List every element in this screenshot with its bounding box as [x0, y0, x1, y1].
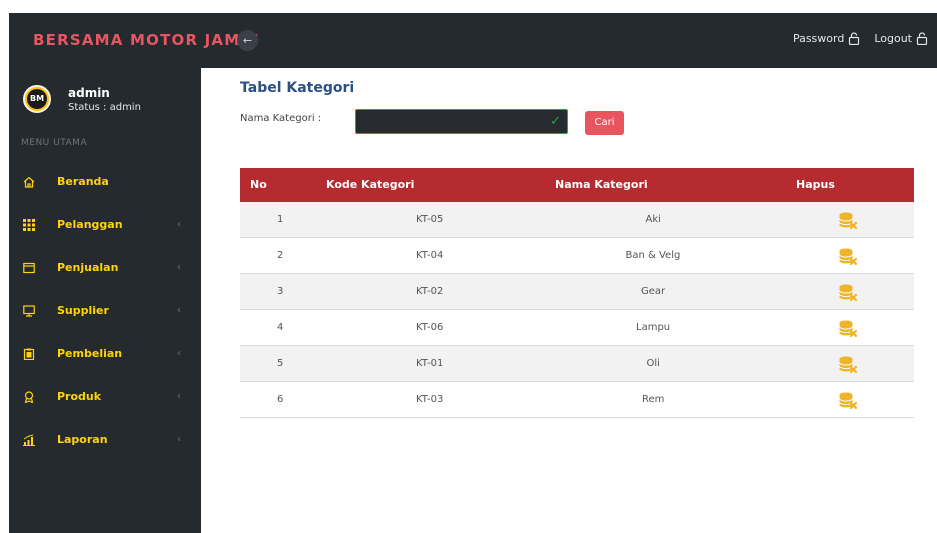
cell-nama-kategori: Lampu [636, 322, 671, 333]
sidebar-item-label: Produk [57, 390, 102, 403]
user-status: Status : admin [68, 101, 141, 113]
sidebar-item-laporan[interactable]: Laporan ‹ [9, 418, 201, 461]
user-info: admin Status : admin [68, 86, 141, 113]
column-header-nama-kategori: Nama Kategori [555, 178, 648, 191]
avatar-logo: BM [27, 89, 47, 109]
cell-kode-kategori: KT-06 [416, 322, 444, 333]
sidebar-item-supplier[interactable]: Supplier ‹ [9, 289, 201, 332]
user-panel: BM admin Status : admin [23, 85, 141, 113]
chevron-left-icon: ‹ [177, 391, 181, 402]
chevron-left-icon: ‹ [177, 434, 181, 445]
table-row: 4 KT-06 Lampu [240, 310, 914, 346]
category-table: No Kode Kategori Nama Kategori Hapus 1 KT… [240, 168, 914, 418]
cell-nama-kategori: Aki [645, 214, 661, 225]
column-header-no: No [250, 178, 267, 191]
column-header-kode-kategori: Kode Kategori [326, 178, 415, 191]
chevron-left-icon: ‹ [177, 219, 181, 230]
sidebar-item-label: Beranda [57, 175, 109, 188]
search-button[interactable]: Cari [585, 111, 624, 135]
sidebar-item-label: Laporan [57, 433, 108, 446]
lock-icon [849, 32, 860, 45]
sidebar-item-pembelian[interactable]: Pembelian ‹ [9, 332, 201, 375]
delete-database-icon[interactable] [838, 355, 858, 375]
delete-database-icon[interactable] [838, 319, 858, 339]
table-row: 3 KT-02 Gear [240, 274, 914, 310]
search-label: Nama Kategori : [240, 113, 322, 124]
monitor-icon [23, 304, 35, 317]
chevron-left-icon: ‹ [177, 348, 181, 359]
menu-header: MENU UTAMA [21, 138, 88, 148]
cell-no: 6 [277, 394, 284, 405]
delete-database-icon[interactable] [838, 283, 858, 303]
avatar: BM [23, 85, 51, 113]
search-input[interactable]: ✓ [355, 109, 568, 134]
chevron-left-icon: ‹ [177, 262, 181, 273]
award-icon [24, 390, 34, 403]
logout-label: Logout [874, 32, 912, 45]
unlock-icon [916, 32, 928, 45]
page-title: Tabel Kategori [240, 80, 355, 96]
password-label: Password [792, 32, 845, 45]
cell-kode-kategori: KT-03 [416, 394, 444, 405]
cell-kode-kategori: KT-05 [416, 214, 444, 225]
sidebar-item-beranda[interactable]: Beranda [9, 160, 201, 203]
brand-logo[interactable]: BERSAMA MOTOR JAMBI [33, 31, 260, 49]
cell-no: 1 [277, 214, 284, 225]
sidebar-item-label: Pembelian [57, 347, 123, 360]
home-icon [23, 176, 35, 188]
column-header-hapus: Hapus [796, 178, 835, 191]
user-name: admin [68, 85, 110, 100]
cell-nama-kategori: Ban & Velg [625, 250, 681, 261]
cell-nama-kategori: Gear [641, 286, 666, 297]
sidebar-item-label: Penjualan [57, 261, 119, 274]
cell-kode-kategori: KT-02 [416, 286, 444, 297]
top-navbar: BERSAMA MOTOR JAMBI ← Password Logout [9, 13, 937, 68]
sidebar-item-label: Pelanggan [57, 218, 123, 231]
app: BERSAMA MOTOR JAMBI ← Password Logout BM… [0, 0, 937, 533]
sidebar-item-pelanggan[interactable]: Pelanggan ‹ [9, 203, 201, 246]
table-row: 2 KT-04 Ban & Velg [240, 238, 914, 274]
table-header: No Kode Kategori Nama Kategori Hapus [240, 168, 914, 202]
check-icon: ✓ [550, 114, 561, 129]
clipboard-icon [23, 348, 35, 360]
grid-icon [23, 218, 35, 231]
cell-nama-kategori: Rem [642, 394, 665, 405]
table-row: 1 KT-05 Aki [240, 202, 914, 238]
cell-no: 4 [277, 322, 284, 333]
window-icon [23, 262, 35, 273]
delete-database-icon[interactable] [838, 247, 858, 267]
top-links: Password Logout [793, 32, 928, 45]
cell-kode-kategori: KT-04 [416, 250, 444, 261]
password-link[interactable]: Password [793, 32, 860, 45]
chevron-left-icon: ‹ [177, 305, 181, 316]
logout-link[interactable]: Logout [874, 32, 928, 45]
table-row: 5 KT-01 Oli [240, 346, 914, 382]
sidebar-item-penjualan[interactable]: Penjualan ‹ [9, 246, 201, 289]
cell-no: 5 [277, 358, 284, 369]
sidebar-item-label: Supplier [57, 304, 109, 317]
sidebar-toggle-button[interactable]: ← [237, 30, 258, 51]
cell-nama-kategori: Oli [646, 358, 660, 369]
sidebar: BM admin Status : admin MENU UTAMA Beran… [9, 68, 201, 533]
chart-icon [23, 434, 35, 446]
table-row: 6 KT-03 Rem [240, 382, 914, 418]
delete-database-icon[interactable] [838, 211, 858, 231]
table-body: 1 KT-05 Aki 2 KT-04 Ban & Velg 3 KT-02 Gear 4 KT-0… [240, 202, 914, 418]
cell-kode-kategori: KT-01 [416, 358, 444, 369]
sidebar-menu: Beranda Pelanggan ‹ Penjualan ‹ Supplier… [9, 160, 201, 461]
cell-no: 2 [277, 250, 284, 261]
cell-no: 3 [277, 286, 284, 297]
sidebar-item-produk[interactable]: Produk ‹ [9, 375, 201, 418]
arrow-left-icon: ← [242, 34, 253, 47]
delete-database-icon[interactable] [838, 391, 858, 411]
